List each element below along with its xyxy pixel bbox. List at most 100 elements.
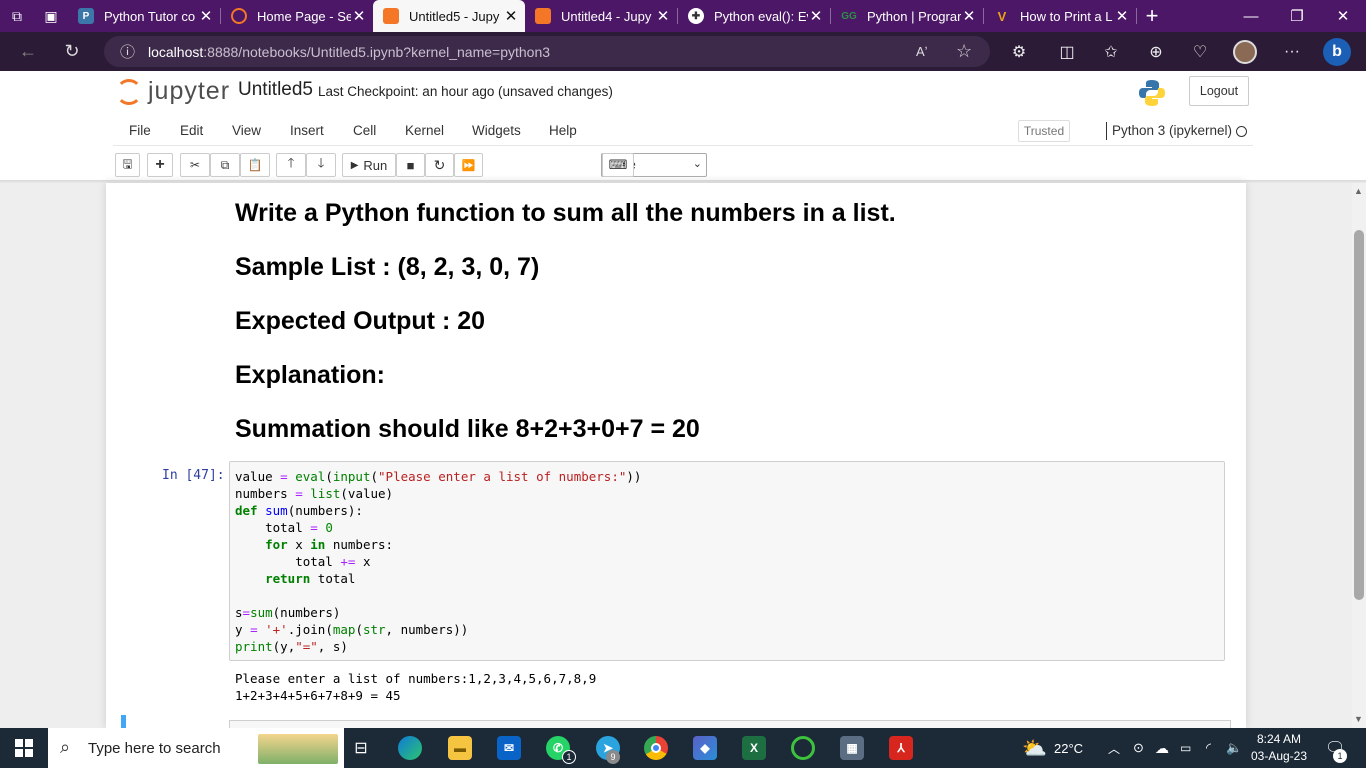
browser-tab-4[interactable]: ✚ Python eval(): Ev ✕	[678, 0, 830, 32]
copilot-icon[interactable]: ◆	[693, 736, 717, 760]
browser-tab-bar: ⧉ ▣ P Python Tutor co ✕ Home Page - Se ✕…	[0, 0, 1366, 32]
taskbar-search-box[interactable]: ⌕ Type here to search	[48, 728, 344, 768]
collections-icon[interactable]: ⊕	[1139, 32, 1173, 71]
new-tab-button[interactable]: +	[1137, 3, 1167, 29]
weather-icon[interactable]: ⛅	[1022, 728, 1047, 768]
start-button[interactable]	[0, 728, 48, 768]
restart-run-all-icon[interactable]: ⏩	[454, 153, 483, 177]
move-down-icon[interactable]: 🡓	[306, 153, 336, 177]
insert-cell-below-icon[interactable]: +	[147, 153, 173, 177]
page-scrollbar[interactable]: ▲ ▼	[1352, 183, 1366, 728]
next-cell-editor[interactable]	[229, 720, 1231, 728]
move-up-icon[interactable]: 🡑	[276, 153, 306, 177]
python-tutor-favicon-icon: P	[78, 8, 94, 24]
close-tab-icon[interactable]: ✕	[198, 7, 214, 25]
profile-avatar-icon[interactable]	[1228, 32, 1262, 71]
performance-icon[interactable]: ♡	[1183, 32, 1217, 71]
markdown-heading-explanation: Explanation:	[235, 361, 386, 389]
minimize-icon[interactable]: —	[1228, 0, 1274, 32]
close-tab-icon[interactable]: ✕	[503, 7, 519, 25]
markdown-heading-expected: Expected Output : 20	[235, 307, 486, 335]
menu-edit[interactable]: Edit	[180, 123, 203, 138]
v-favicon-icon: V	[997, 8, 1007, 24]
browser-tab-0[interactable]: P Python Tutor co ✕	[68, 0, 220, 32]
menu-kernel[interactable]: Kernel	[405, 123, 444, 138]
menu-help[interactable]: Help	[549, 123, 577, 138]
extensions-icon[interactable]: ⚙	[1002, 32, 1036, 71]
scrollbar-thumb[interactable]	[1354, 230, 1364, 600]
calculator-icon[interactable]: ▦	[840, 736, 864, 760]
interrupt-icon[interactable]: ■	[396, 153, 425, 177]
command-palette-keyboard-icon[interactable]: ⌨	[602, 153, 634, 177]
restore-icon[interactable]: ❐	[1274, 0, 1320, 32]
onedrive-icon[interactable]: ☁	[1155, 728, 1169, 768]
show-hidden-icons-icon[interactable]: ︿	[1108, 728, 1120, 768]
menu-insert[interactable]: Insert	[290, 123, 324, 138]
search-highlight-image[interactable]	[258, 734, 338, 764]
info-icon[interactable]: ⓘ	[120, 36, 135, 67]
restart-icon[interactable]: ↻	[425, 153, 454, 177]
logout-button[interactable]: Logout	[1189, 76, 1249, 106]
notebook-page: Write a Python function to sum all the n…	[106, 183, 1246, 728]
copy-icon[interactable]: ⧉	[210, 153, 240, 177]
checkpoint-status: Last Checkpoint: an hour ago	[318, 84, 495, 99]
browser-tab-1[interactable]: Home Page - Se ✕	[221, 0, 373, 32]
close-tab-icon[interactable]: ✕	[351, 7, 367, 25]
menu-cell[interactable]: Cell	[353, 123, 376, 138]
save-icon[interactable]: 🖫	[115, 153, 140, 177]
scroll-down-icon[interactable]: ▼	[1354, 714, 1363, 724]
trusted-badge[interactable]: Trusted	[1018, 120, 1070, 142]
menu-file[interactable]: File	[129, 123, 151, 138]
battery-icon[interactable]: ▭	[1180, 728, 1191, 768]
code-cell-editor[interactable]: value = eval(input("Please enter a list …	[229, 461, 1225, 661]
play-icon: ▶	[350, 159, 359, 171]
browser-tab-6[interactable]: V How to Print a L ✕	[984, 0, 1136, 32]
browser-tab-2-active[interactable]: Untitled5 - Jupy ✕	[373, 0, 525, 32]
close-tab-icon[interactable]: ✕	[961, 7, 977, 25]
search-placeholder: Type here to search	[88, 739, 221, 757]
favorites-icon[interactable]: ✩	[1094, 32, 1128, 71]
read-aloud-icon[interactable]: Aʼ	[916, 36, 928, 67]
clock[interactable]: 8:24 AM 03-Aug-23	[1250, 728, 1308, 768]
clock-time: 8:24 AM	[1256, 732, 1302, 746]
favorite-star-icon[interactable]: ☆	[956, 36, 972, 67]
jupyter-logo[interactable]: jupyter	[116, 77, 230, 106]
acrobat-icon[interactable]: ⅄	[889, 736, 913, 760]
wifi-icon[interactable]: ◜	[1206, 728, 1211, 768]
browser-tab-3[interactable]: Untitled4 - Jupy ✕	[525, 0, 677, 32]
cut-icon[interactable]: ✂	[180, 153, 210, 177]
paste-icon[interactable]: 📋	[240, 153, 270, 177]
menu-view[interactable]: View	[232, 123, 261, 138]
bing-icon[interactable]: b	[1320, 32, 1354, 71]
kernel-name[interactable]: Python 3 (ipykernel)	[1106, 122, 1232, 140]
split-screen-icon[interactable]: ◫	[1050, 32, 1084, 71]
menu-widgets[interactable]: Widgets	[472, 123, 521, 138]
refresh-app-icon[interactable]	[791, 736, 815, 760]
temperature[interactable]: 22°C	[1054, 728, 1083, 768]
chrome-icon[interactable]	[644, 736, 668, 760]
file-explorer-icon[interactable]: ▬	[448, 736, 472, 760]
volume-icon[interactable]: 🔈	[1226, 728, 1242, 768]
close-window-icon[interactable]: ✕	[1320, 0, 1366, 32]
notebook-name[interactable]: Untitled5	[238, 79, 313, 101]
close-tab-icon[interactable]: ✕	[655, 7, 671, 25]
task-view-icon[interactable]: ⊟	[346, 728, 376, 768]
meet-icon[interactable]: ⊙	[1133, 728, 1144, 768]
scroll-up-icon[interactable]: ▲	[1354, 186, 1363, 196]
code-content: value = eval(input("Please enter a list …	[235, 469, 642, 654]
tab-title: Home Page - Se	[257, 8, 351, 24]
close-tab-icon[interactable]: ✕	[1114, 7, 1130, 25]
workspaces-icon[interactable]: ⧉	[0, 0, 34, 32]
more-icon[interactable]: ···	[1275, 32, 1309, 71]
edge-app-icon[interactable]	[398, 736, 422, 760]
next-code-cell-selected[interactable]	[121, 715, 1231, 728]
url-bar[interactable]: ⓘ localhost:8888/notebooks/Untitled5.ipy…	[104, 36, 990, 67]
close-tab-icon[interactable]: ✕	[808, 7, 824, 25]
run-button[interactable]: ▶ Run	[342, 153, 396, 177]
tab-actions-icon[interactable]: ▣	[34, 0, 68, 32]
browser-tab-5[interactable]: GG Python | Prograr ✕	[831, 0, 983, 32]
excel-icon[interactable]: X	[742, 736, 766, 760]
back-icon[interactable]: ←	[10, 32, 46, 71]
refresh-icon[interactable]: ↻	[54, 32, 90, 71]
mail-icon[interactable]: ✉	[497, 736, 521, 760]
